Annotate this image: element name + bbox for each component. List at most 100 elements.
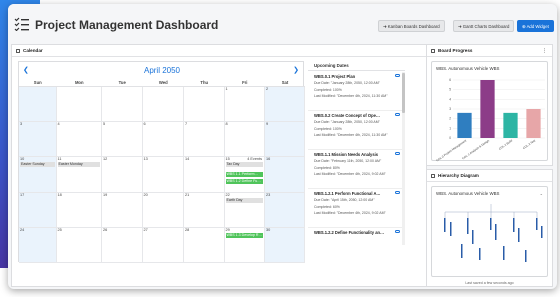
upcoming-dates-panel: Upcoming Dates WBS.0.1 Project Plan Due D… <box>308 61 405 245</box>
calendar-day-cell[interactable]: 8 <box>224 122 265 158</box>
calendar-event[interactable]: Earth Day <box>225 197 263 203</box>
calendar-day-cell[interactable]: 24 <box>19 227 57 263</box>
upcoming-item-modified: Last Modified: "December 4th, 2024, 11:3… <box>314 133 388 138</box>
calendar-day-cell[interactable]: 30 <box>265 227 305 263</box>
day-number: 11 <box>57 157 62 162</box>
calendar-day-cell[interactable]: 22 Earth Day <box>224 192 265 228</box>
calendar-day-cell[interactable]: 29 WBS 1.3 Develop R… <box>224 227 265 263</box>
upcoming-item-modified: Last Modified: "December 4th, 2024, 11:3… <box>314 94 388 99</box>
calendar-day-cell[interactable]: 11 Easter Monday <box>56 157 102 193</box>
calendar-day-cell[interactable]: 17 <box>19 192 57 228</box>
x-tick-label: COL.3 Test <box>522 138 536 150</box>
link-icon[interactable] <box>395 74 400 77</box>
calendar-day-cell[interactable]: 3 <box>19 122 57 158</box>
calendar-day-cell[interactable]: 18 <box>56 192 102 228</box>
link-icon[interactable] <box>395 113 400 116</box>
board-progress-chart: 0123456COL.0 Project ManagementCOL.1 Ana… <box>435 78 545 162</box>
calendar-day-cell[interactable]: 15 4 Events Tax Day WBS 1.1 Perform… WBS 1.2… <box>224 157 265 193</box>
calendar-day-cell[interactable]: 10 Easter Sunday <box>19 157 57 193</box>
calendar-day-cell[interactable]: 21 <box>184 192 225 228</box>
day-number: 16 <box>266 157 271 162</box>
board-icon <box>431 49 435 53</box>
panel-menu-icon[interactable]: ⋮ <box>542 45 547 57</box>
calendar-day-cell[interactable]: 27 <box>142 227 184 263</box>
kanban-dashboard-button[interactable]: ➜ Kanban Boards Dashboard <box>378 20 445 32</box>
upcoming-item[interactable]: WBS.1.2.1 Perform Functional A… Due Date:… <box>308 189 402 228</box>
calendar-day-cell[interactable]: 2 <box>265 87 305 123</box>
more-events-link[interactable]: 4 Events <box>247 157 262 161</box>
calendar-day-cell[interactable]: 25 <box>56 227 102 263</box>
chevron-down-icon[interactable]: ⌄ <box>540 191 543 196</box>
calendar-day-cell[interactable]: 16 <box>265 157 305 193</box>
board-selector[interactable]: WBS. Autonomous Vehicle WBS <box>436 66 499 71</box>
y-tick-label: 5 <box>449 88 451 92</box>
header: Project Management Dashboard ➜ Kanban Bo… <box>8 4 557 40</box>
calendar-event[interactable]: WBS 1.3 Develop R… <box>225 232 263 238</box>
calendar-day-cell[interactable]: 9 <box>265 122 305 158</box>
next-month-button[interactable]: ❯ <box>293 66 299 74</box>
bar[interactable] <box>457 112 472 138</box>
calendar-day-cell[interactable]: 7 <box>184 122 225 158</box>
day-number: 19 <box>103 192 108 197</box>
day-of-week-header: Sun <box>19 79 57 87</box>
upcoming-item[interactable]: WBS.0.2 Create Concept of Ope… Due Date: … <box>308 111 402 150</box>
calendar-day-cell[interactable] <box>19 87 57 123</box>
calendar-day-cell[interactable]: 20 <box>142 192 184 228</box>
upcoming-scrollbar-thumb[interactable] <box>402 73 405 113</box>
day-of-week-header: Wed <box>142 79 184 87</box>
upcoming-item[interactable]: WBS.0.1 Project Plan Due Date: "January 2… <box>308 72 402 111</box>
calendar-day-cell[interactable]: 13 <box>142 157 184 193</box>
day-number: 18 <box>57 192 62 197</box>
day-number: 23 <box>266 192 271 197</box>
calendar-event[interactable]: Tax Day <box>225 162 263 168</box>
calendar-day-cell[interactable] <box>184 87 225 123</box>
gantt-dashboard-button[interactable]: ➜ Gantt Charts Dashboard <box>453 20 515 32</box>
day-number: 24 <box>20 227 25 232</box>
calendar-event[interactable]: Easter Sunday <box>20 162 55 168</box>
bar[interactable] <box>503 112 518 138</box>
calendar-day-cell[interactable] <box>56 87 102 123</box>
calendar-day-cell[interactable]: 5 <box>102 122 143 158</box>
upcoming-item-due: Due Date: "January 28th, 2050, 12:00 AM" <box>314 81 380 86</box>
calendar-day-cell[interactable]: 6 <box>142 122 184 158</box>
calendar-day-cell[interactable]: 14 <box>184 157 225 193</box>
upcoming-item[interactable]: WBS.1.2.2 Define Functionality an… <box>308 228 402 245</box>
bar[interactable] <box>480 80 495 138</box>
calendar-day-cell[interactable]: 1 <box>224 87 265 123</box>
calendar-event[interactable]: WBS 1.1 Perform… <box>225 172 263 178</box>
calendar-event[interactable]: WBS 1.2 Define Fu… <box>225 179 263 185</box>
day-number: 6 <box>143 122 146 127</box>
hierarchy-selector[interactable]: WBS. Autonomous Vehicle WBS <box>436 191 499 196</box>
y-tick-label: 0 <box>449 136 451 140</box>
link-icon[interactable] <box>395 191 400 194</box>
calendar-day-cell[interactable]: 4 <box>56 122 102 158</box>
link-icon[interactable] <box>395 152 400 155</box>
day-number: 1 <box>225 87 228 91</box>
calendar-day-cell[interactable]: 12 <box>102 157 143 193</box>
day-number: 29 <box>225 227 230 232</box>
dashboard-window: Project Management Dashboard ➜ Kanban Bo… <box>8 4 557 289</box>
calendar-day-cell[interactable]: 19 <box>102 192 143 228</box>
calendar-day-cell[interactable]: 26 <box>102 227 143 263</box>
upcoming-item-due: Due Date: "April 15th, 2050, 12:00 AM" <box>314 198 375 203</box>
calendar-day-cell[interactable]: 28 <box>184 227 225 263</box>
add-widget-button[interactable]: ⊕ Add Widget <box>517 20 554 32</box>
link-icon[interactable] <box>395 230 400 233</box>
calendar-day-cell[interactable]: 23 <box>265 192 305 228</box>
day-number: 12 <box>103 157 108 162</box>
calendar-event[interactable]: Easter Monday <box>57 162 100 168</box>
calendar-day-cell[interactable] <box>142 87 184 123</box>
hierarchy-title: Hierarchy Diagram <box>427 170 552 182</box>
upcoming-item-title: WBS.1.1 Mission Needs Analysis <box>314 152 379 157</box>
upcoming-dates-list: WBS.0.1 Project Plan Due Date: "January 2… <box>308 72 402 245</box>
hierarchy-diagram <box>444 204 543 262</box>
upcoming-item[interactable]: WBS.1.1 Mission Needs Analysis Due Date: … <box>308 150 402 189</box>
calendar-day-cell[interactable] <box>102 87 143 123</box>
day-number: 17 <box>20 192 25 197</box>
board-progress-card: WBS. Autonomous Vehicle WBS 0 1 2 3 4 5 6 COL.0… <box>431 61 548 162</box>
upcoming-item-completed: Completed: 100% <box>314 87 342 92</box>
bar[interactable] <box>526 109 541 138</box>
calendar-panel: Calendar ❮ April 2050 ❯ Sun Mon Tue Wed Thu F… <box>11 44 427 287</box>
day-number: 28 <box>185 227 190 232</box>
day-number: 27 <box>143 227 148 232</box>
